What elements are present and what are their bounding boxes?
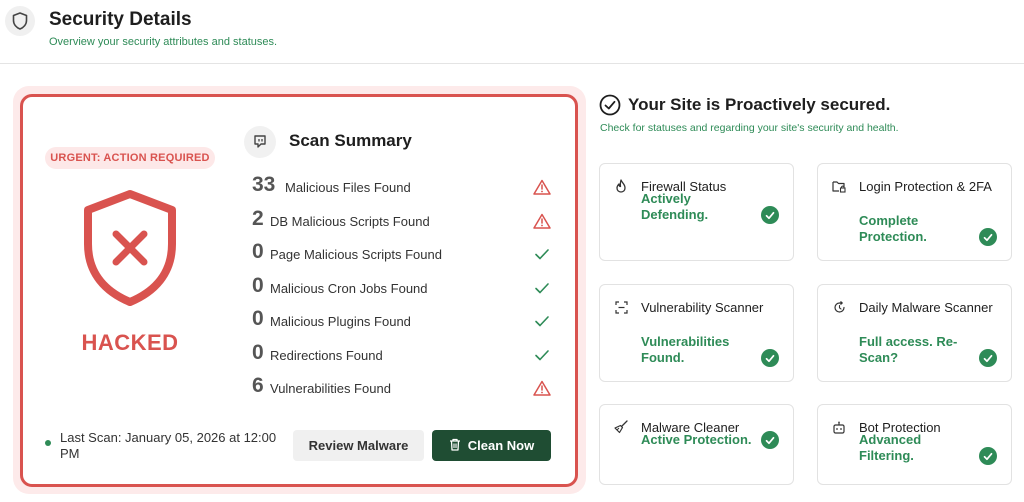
refresh-icon xyxy=(832,300,846,314)
hacked-status: HACKED xyxy=(81,330,179,355)
check-circle-icon xyxy=(979,447,997,465)
check-icon xyxy=(532,345,552,365)
feature-card[interactable]: Daily Malware Scanner Full access. Re-Sca… xyxy=(817,284,1012,382)
scan-count: 0 xyxy=(252,240,264,263)
check-icon xyxy=(532,244,552,264)
page-title: Security Details xyxy=(49,9,192,30)
scan-summary-row: 33 Malicious Files Found xyxy=(252,173,552,201)
urgent-badge: URGENT: ACTION REQUIRED xyxy=(45,147,215,169)
feature-status: Vulnerabilities Found. xyxy=(641,334,730,365)
scan-icon xyxy=(614,300,628,314)
feature-status: Active Protection. xyxy=(641,432,752,447)
bot-icon xyxy=(832,420,846,434)
scan-count: 2 xyxy=(252,207,264,230)
scan-count: 6 xyxy=(252,374,264,397)
folder-lock-icon xyxy=(832,179,846,193)
scan-count: 0 xyxy=(252,274,264,297)
flame-icon xyxy=(614,179,628,193)
secured-title: Your Site is Proactively secured. xyxy=(628,95,891,114)
check-icon xyxy=(532,278,552,298)
clean-now-button[interactable]: Clean Now xyxy=(432,430,551,461)
trash-icon xyxy=(449,438,461,454)
feature-status: Actively Defending. xyxy=(641,191,709,222)
scan-label: Malicious Cron Jobs Found xyxy=(270,281,428,296)
scan-summary-row: 0 Page Malicious Scripts Found xyxy=(252,240,552,268)
check-icon xyxy=(532,311,552,331)
scan-label: DB Malicious Scripts Found xyxy=(270,214,430,229)
feature-card[interactable]: Malware Cleaner Active Protection. xyxy=(599,404,794,485)
feature-status: Complete Protection. xyxy=(859,213,927,244)
feature-card[interactable]: Bot Protection Advanced Filtering. xyxy=(817,404,1012,485)
scan-count: 33 xyxy=(252,173,276,196)
check-circle-icon xyxy=(599,94,621,121)
review-malware-button[interactable]: Review Malware xyxy=(293,430,424,461)
feature-card[interactable]: Firewall Status Actively Defending. xyxy=(599,163,794,261)
feature-card[interactable]: Login Protection & 2FA Complete Protectio… xyxy=(817,163,1012,261)
shield-x-icon xyxy=(82,188,178,313)
check-circle-icon xyxy=(979,228,997,246)
scan-summary-row: 0 Malicious Cron Jobs Found xyxy=(252,274,552,302)
feature-status: Full access. Re-Scan? xyxy=(859,334,958,365)
feature-name: Vulnerability Scanner xyxy=(641,300,764,315)
message-icon xyxy=(244,126,276,158)
clean-now-label: Clean Now xyxy=(467,438,535,453)
check-circle-icon xyxy=(761,431,779,449)
scan-count: 0 xyxy=(252,341,264,364)
scan-label: Vulnerabilities Found xyxy=(270,381,391,396)
scan-summary-row: 6 Vulnerabilities Found xyxy=(252,374,552,402)
scan-summary-row: 0 Malicious Plugins Found xyxy=(252,307,552,335)
last-scan-text: Last Scan: January 05, 2026 at 12:00 PM xyxy=(60,430,277,461)
page-subtitle: Overview your security attributes and st… xyxy=(49,36,278,48)
scan-label: Malicious Files Found xyxy=(285,180,411,195)
check-circle-icon xyxy=(979,349,997,367)
scan-count: 0 xyxy=(252,307,264,330)
page-header: Security Details Overview your security … xyxy=(0,0,1024,64)
warning-icon xyxy=(532,177,552,197)
check-circle-icon xyxy=(761,349,779,367)
feature-name: Login Protection & 2FA xyxy=(859,179,992,194)
feature-name: Daily Malware Scanner xyxy=(859,300,993,315)
secured-subtitle: Check for statuses and regarding your si… xyxy=(600,122,899,134)
scan-label: Redirections Found xyxy=(270,348,383,363)
scan-summary-row: 2 DB Malicious Scripts Found xyxy=(252,207,552,235)
shield-icon xyxy=(5,6,35,36)
feature-card[interactable]: Vulnerability Scanner Vulnerabilities Fou… xyxy=(599,284,794,382)
scan-label: Page Malicious Scripts Found xyxy=(270,247,442,262)
brush-icon xyxy=(614,420,628,434)
scan-label: Malicious Plugins Found xyxy=(270,314,411,329)
feature-status: Advanced Filtering. xyxy=(859,432,922,463)
status-dot xyxy=(45,440,51,446)
warning-icon xyxy=(532,211,552,231)
scan-summary-title: Scan Summary xyxy=(289,131,412,150)
warning-icon xyxy=(532,378,552,398)
check-circle-icon xyxy=(761,206,779,224)
scan-summary-row: 0 Redirections Found xyxy=(252,341,552,369)
